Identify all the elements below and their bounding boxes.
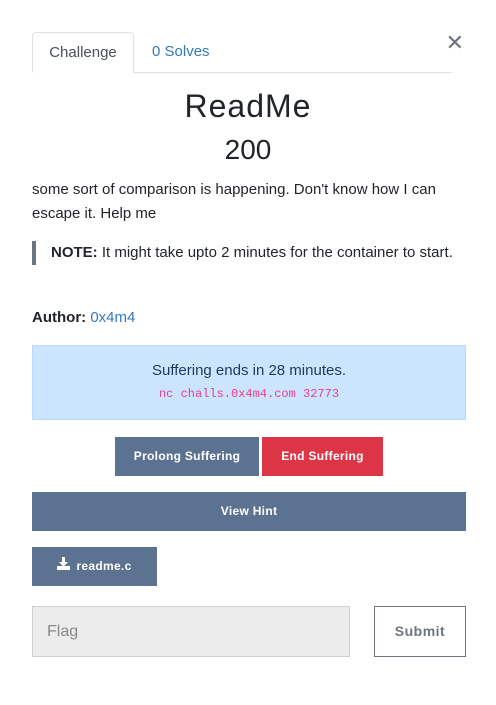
flag-input[interactable] — [32, 606, 350, 657]
note-blockquote: NOTE: It might take upto 2 minutes for t… — [32, 241, 464, 265]
author-label: Author: — [32, 309, 87, 326]
instance-message: Suffering ends in 28 minutes. — [151, 362, 346, 379]
challenge-tabs: Challenge 0 Solves — [32, 32, 452, 73]
download-file-button[interactable]: readme.c — [32, 547, 157, 586]
note-label: NOTE: — [51, 244, 98, 261]
challenge-value: 200 — [224, 134, 272, 165]
challenge-description: some sort of comparison is happening. Do… — [32, 181, 436, 222]
author-link[interactable]: 0x4m4 — [90, 309, 135, 326]
view-hint-button[interactable]: View Hint — [32, 492, 466, 531]
connection-command: nc challs.0x4m4.com 32773 — [158, 387, 340, 401]
instance-alert: Suffering ends in 28 minutes. nc challs.… — [32, 345, 466, 420]
download-icon — [57, 547, 71, 586]
file-name: readme.c — [76, 559, 132, 573]
submit-button[interactable]: Submit — [374, 606, 466, 657]
note-text: It might take upto 2 minutes for the con… — [101, 244, 453, 261]
close-icon[interactable]: ✕ — [446, 32, 464, 54]
author-line: Author: 0x4m4 — [32, 306, 135, 330]
tab-solves[interactable]: 0 Solves — [152, 32, 210, 72]
challenge-title: ReadMe — [184, 88, 312, 124]
tab-challenge[interactable]: Challenge — [32, 32, 134, 73]
end-button[interactable]: End Suffering — [262, 437, 383, 476]
prolong-button[interactable]: Prolong Suffering — [115, 437, 259, 476]
